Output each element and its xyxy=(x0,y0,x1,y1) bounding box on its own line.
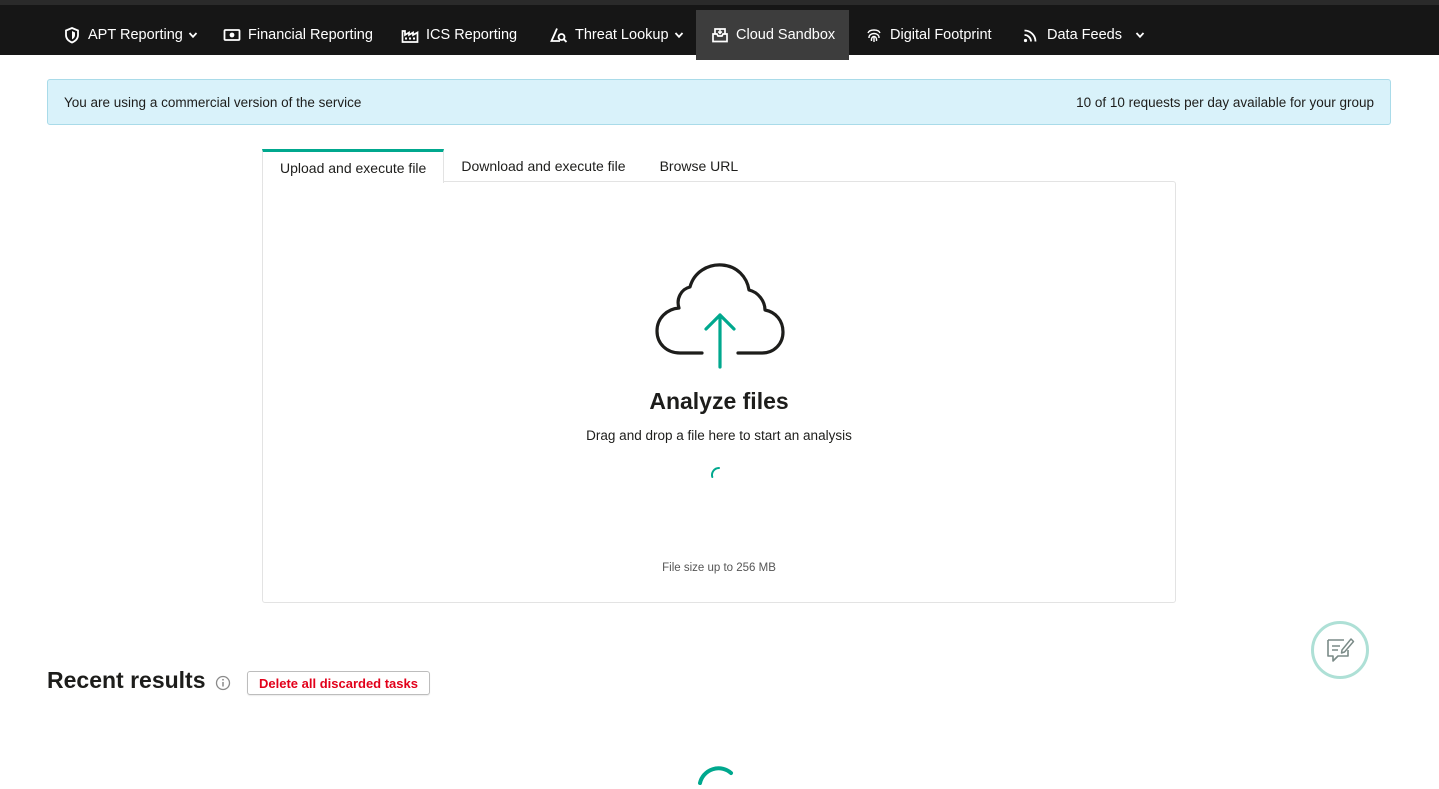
loading-spinner-icon xyxy=(711,467,720,478)
shield-icon xyxy=(63,26,81,44)
tab-upload-execute-file[interactable]: Upload and execute file xyxy=(262,149,445,183)
nav-cloud-sandbox[interactable]: Cloud Sandbox xyxy=(696,10,849,60)
analyze-files-subtitle: Drag and drop a file here to start an an… xyxy=(586,428,852,443)
file-drop-zone[interactable]: Analyze files Drag and drop a file here … xyxy=(262,181,1176,603)
nav-label: Financial Reporting xyxy=(248,27,373,43)
nav-digital-footprint[interactable]: Digital Footprint xyxy=(865,10,992,60)
nav-label: ICS Reporting xyxy=(426,27,518,43)
nav-data-feeds[interactable]: Data Feeds xyxy=(1022,10,1145,60)
loading-spinner-icon xyxy=(698,766,733,785)
recent-results-title: Recent results xyxy=(47,667,206,693)
nav-label: Digital Footprint xyxy=(890,27,992,43)
tab-download-execute-file[interactable]: Download and execute file xyxy=(444,149,642,182)
factory-icon xyxy=(401,26,419,44)
nav-label: Threat Lookup xyxy=(575,27,669,43)
cloud-upload-icon xyxy=(655,263,785,369)
tab-browse-url[interactable]: Browse URL xyxy=(643,149,756,182)
analyze-files-title: Analyze files xyxy=(649,388,789,414)
file-size-note: File size up to 256 MB xyxy=(662,562,776,574)
feedback-button[interactable] xyxy=(1311,621,1369,679)
top-navigation: APT Reporting Financial Reporting ICS Re… xyxy=(0,0,1439,60)
nav-financial-reporting[interactable]: Financial Reporting xyxy=(223,10,373,60)
nav-threat-lookup[interactable]: Threat Lookup xyxy=(550,10,684,60)
info-icon[interactable] xyxy=(215,675,231,691)
banknote-icon xyxy=(223,26,241,44)
nav-label: Cloud Sandbox xyxy=(736,27,836,43)
banner-license-text: You are using a commercial version of th… xyxy=(64,94,362,110)
banner-quota-text: 10 of 10 requests per day available for … xyxy=(1076,94,1374,110)
nav-ics-reporting[interactable]: ICS Reporting xyxy=(401,10,517,60)
nav-label: APT Reporting xyxy=(88,27,183,43)
sandbox-box-icon xyxy=(711,26,729,44)
chevron-down-icon xyxy=(1135,30,1145,40)
chevron-down-icon xyxy=(188,30,198,40)
nav-label: Data Feeds xyxy=(1047,27,1122,43)
delete-discarded-tasks-button[interactable]: Delete all discarded tasks xyxy=(247,671,430,695)
nav-apt-reporting[interactable]: APT Reporting xyxy=(63,10,198,60)
feedback-edit-icon xyxy=(1327,638,1355,662)
license-banner: You are using a commercial version of th… xyxy=(47,79,1391,125)
feed-icon xyxy=(1022,26,1040,44)
fingerprint-icon xyxy=(865,26,883,44)
magnifier-triangle-icon xyxy=(550,26,568,44)
sandbox-tabs: Upload and execute file Download and exe… xyxy=(262,149,756,183)
chevron-down-icon xyxy=(674,30,684,40)
